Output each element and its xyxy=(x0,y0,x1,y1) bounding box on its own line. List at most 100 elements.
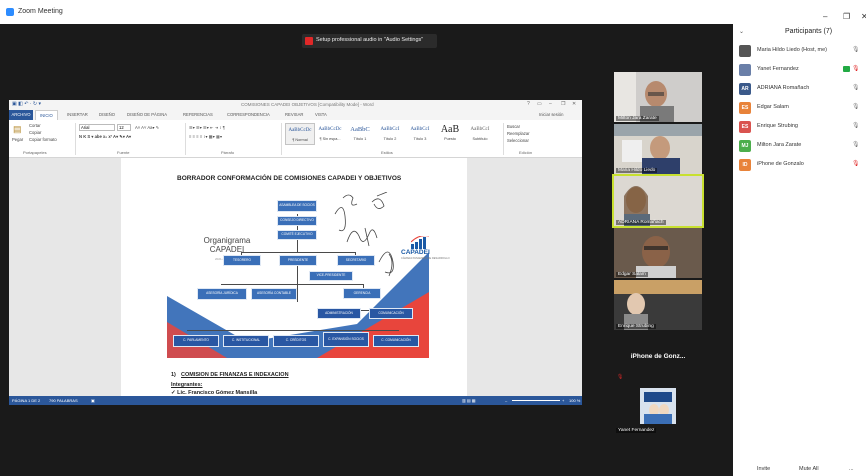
participant-row[interactable]: Yanet Fernandez 🎙 xyxy=(739,63,866,77)
participant-video xyxy=(614,280,702,330)
tab-referencias[interactable]: REFERENCIAS xyxy=(183,112,213,117)
style-normal[interactable]: AaBbCcDc ¶ Normal xyxy=(285,123,315,145)
participant-row[interactable]: ID iPhone de Gonzalo 🎙 xyxy=(739,158,866,172)
mic-icon[interactable]: 🎙 xyxy=(852,46,860,53)
cut-button[interactable]: Cortar xyxy=(29,123,41,128)
mute-all-button[interactable]: Mute All xyxy=(799,466,819,472)
style-sample: AaBbC xyxy=(350,126,370,133)
mic-icon[interactable]: 🎙 xyxy=(852,141,860,148)
zoom-level[interactable]: 100 % xyxy=(569,398,580,403)
document-title: COMISIONES CAPADEI OBJETIVOS [Compatibil… xyxy=(241,102,374,107)
format-painter-button[interactable]: Copiar formato xyxy=(29,137,57,142)
ribbon-separator xyxy=(281,123,282,155)
ribbon-display-icon[interactable]: ▭ xyxy=(537,101,542,107)
format-buttons-icons[interactable]: N K S ▾ abe x₂ x² A▾ ✎▾ A▾ xyxy=(79,134,131,139)
select-button[interactable]: Seleccionar xyxy=(507,138,529,143)
participant-name: Enrique Strubing xyxy=(616,324,656,329)
invite-button[interactable]: Invite xyxy=(757,466,770,472)
participant-row[interactable]: ES Enrique Strubing 🎙 xyxy=(739,120,866,134)
box-tesorero: TESORERO xyxy=(223,255,261,266)
muted-mic-icon: 🎙 xyxy=(617,374,624,380)
tab-diseno-pagina[interactable]: DISEÑO DE PÁGINA xyxy=(127,112,167,117)
participants-title: Participants (7) xyxy=(785,28,833,35)
participant-name: Enrique Strubing xyxy=(757,123,798,129)
group-estilos: Estilos xyxy=(381,150,393,155)
style-sin-espaciado[interactable]: AaBbCcDc ¶ Sin espa... xyxy=(315,123,345,145)
replace-button[interactable]: Reemplazar xyxy=(507,131,530,136)
copy-button[interactable]: Copiar xyxy=(29,130,41,135)
zoom-in-icon[interactable]: + xyxy=(562,398,564,403)
ribbon-separator xyxy=(503,123,504,155)
zoom-slider[interactable] xyxy=(512,400,560,401)
tab-vista[interactable]: VISTA xyxy=(315,112,327,117)
paste-button[interactable]: Pegar xyxy=(12,137,23,142)
ribbon: ▤ Pegar Cortar Copiar Copiar formato Por… xyxy=(9,120,582,158)
video-tile[interactable]: Edgar Salam xyxy=(614,228,702,278)
video-tile[interactable]: Maria Hildo Liedo xyxy=(614,124,702,174)
close-icon[interactable]: ✕ xyxy=(572,101,576,107)
tab-revisar[interactable]: REVISAR xyxy=(285,112,303,117)
ribbon-tabs: ARCHIVO INICIO INSERTAR DISEÑO DISEÑO DE… xyxy=(9,110,582,120)
mic-icon[interactable]: 🎙 xyxy=(852,103,860,110)
participant-row[interactable]: AR ADRIANA Romañach 🎙 xyxy=(739,82,866,96)
quick-access-toolbar[interactable]: ▣ ◧ ↶ · ↻ ▾ xyxy=(12,101,41,107)
view-mode-icons[interactable]: ▥ ▤ ▦ xyxy=(462,398,476,403)
word-count[interactable]: 790 PALABRAS xyxy=(49,398,78,403)
participant-row[interactable]: Maria Hildo Liedo (Host, me) 🎙 xyxy=(739,44,866,58)
participant-video xyxy=(614,124,702,174)
chevron-down-icon[interactable]: ⌄ xyxy=(739,28,744,35)
video-tile[interactable]: Yanet Fernandez xyxy=(614,384,702,434)
video-on-icon[interactable] xyxy=(843,66,850,72)
section-number: 1) xyxy=(171,372,176,378)
audio-settings-banner[interactable]: Setup professional audio in "Audio Setti… xyxy=(302,34,437,48)
avatar: ID xyxy=(739,159,751,171)
tab-correspondencia[interactable]: CORRESPONDENCIA xyxy=(227,112,270,117)
style-sample: AaBbCcDc xyxy=(318,127,342,132)
style-titulo-3[interactable]: AaBbCcI Título 3 xyxy=(405,123,435,145)
proofing-icon[interactable]: ▣ xyxy=(91,398,95,403)
participant-video xyxy=(614,228,702,278)
video-tile-active-speaker[interactable]: ADRIANA Romañach xyxy=(612,174,704,228)
video-tile[interactable]: Enrique Strubing xyxy=(614,280,702,330)
tab-diseno[interactable]: DISEÑO xyxy=(99,112,115,117)
minimize-icon[interactable]: – xyxy=(549,101,552,107)
video-tile[interactable]: iPhone de Gonz... 🎙 xyxy=(614,332,702,382)
participant-name: iPhone de Gonz... xyxy=(630,353,686,360)
tab-archivo[interactable]: ARCHIVO xyxy=(9,110,33,120)
zoom-out-icon[interactable]: – xyxy=(505,398,507,403)
find-button[interactable]: Buscar xyxy=(507,124,520,129)
font-size-field[interactable]: 12 xyxy=(117,124,131,131)
group-parrafo: Párrafo xyxy=(221,150,235,155)
box-administracion: ADMINISTRACIÓN xyxy=(317,308,361,319)
avatar: MJ xyxy=(739,140,751,152)
video-tile[interactable]: Milton Jara Zarate xyxy=(614,72,702,122)
document-page[interactable]: BORRADOR CONFORMACIÓN DE COMISIONES CAPA… xyxy=(121,158,467,398)
style-puesto[interactable]: AaB Puesto xyxy=(435,123,465,145)
minimize-window-icon[interactable]: – xyxy=(823,12,827,21)
align-icons[interactable]: ≡ ≡ ≡ ≡ ↕▾ ▩▾ ▦▾ xyxy=(189,134,222,139)
font-name-field[interactable]: Arial xyxy=(79,124,115,131)
muted-mic-icon[interactable]: 🎙 xyxy=(852,160,860,167)
connector-line xyxy=(221,284,363,285)
restore-icon[interactable]: ❐ xyxy=(561,101,565,107)
connector-line xyxy=(187,330,399,331)
close-window-icon[interactable]: ✕ xyxy=(861,12,866,21)
style-subtitulo[interactable]: AaBbCcI Subtítulo xyxy=(465,123,495,145)
style-titulo-1[interactable]: AaBbC Título 1 xyxy=(345,123,375,145)
sign-in-link[interactable]: Iniciar sesión xyxy=(539,112,563,117)
page-count[interactable]: PÁGINA 1 DE 2 xyxy=(12,398,40,403)
participant-row[interactable]: MJ Milton Jara Zarate 🎙 xyxy=(739,139,866,153)
mic-icon[interactable]: 🎙 xyxy=(852,122,860,129)
list-icons[interactable]: ☰▾ ☰▾ ☰▾ ⇤ ⇥ ↕ ¶ xyxy=(189,125,225,130)
paste-icon[interactable]: ▤ xyxy=(13,124,22,135)
tab-inicio[interactable]: INICIO xyxy=(35,110,58,120)
more-button[interactable]: ... xyxy=(849,466,854,472)
muted-mic-icon[interactable]: 🎙 xyxy=(852,65,860,72)
restore-window-icon[interactable]: ❐ xyxy=(843,12,850,21)
participant-row[interactable]: ES Edgar Salam 🎙 xyxy=(739,101,866,115)
tab-insertar[interactable]: INSERTAR xyxy=(67,112,88,117)
help-icon[interactable]: ? xyxy=(527,101,530,107)
mic-icon[interactable]: 🎙 xyxy=(852,84,860,91)
grow-shrink-font-icons[interactable]: A˄ A˅ Aa▾ ✎ xyxy=(135,125,159,130)
style-titulo-2[interactable]: AaBbCcI Título 2 xyxy=(375,123,405,145)
